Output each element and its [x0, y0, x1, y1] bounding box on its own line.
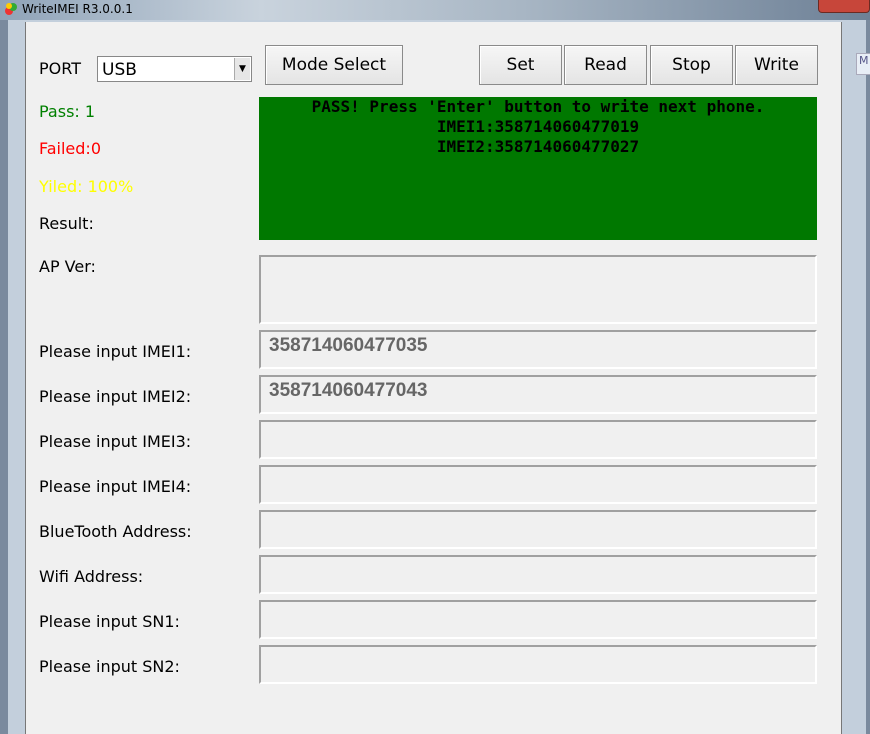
- status-display: PASS! Press 'Enter' button to write next…: [259, 97, 817, 240]
- port-value: USB: [102, 60, 137, 80]
- ap-ver-field[interactable]: [259, 255, 817, 324]
- result-label: Result:: [39, 214, 94, 233]
- chevron-down-icon[interactable]: ▼: [234, 58, 250, 80]
- close-button[interactable]: [818, 0, 870, 13]
- field-label: Please input SN2:: [39, 657, 180, 676]
- field-input[interactable]: [259, 555, 817, 594]
- side-tab[interactable]: M: [856, 53, 870, 75]
- port-select[interactable]: USB ▼: [97, 56, 252, 82]
- field-input[interactable]: [259, 465, 817, 504]
- field-label: Please input IMEI1:: [39, 342, 192, 361]
- field-label: Please input IMEI3:: [39, 432, 192, 451]
- field-label: Please input IMEI2:: [39, 387, 192, 406]
- title-bar: WriteIMEI R3.0.0.1: [0, 0, 870, 20]
- field-input[interactable]: [259, 645, 817, 684]
- status-line: IMEI2:358714060477027: [436, 137, 640, 156]
- field-label: Wifi Address:: [39, 567, 144, 586]
- field-label: Please input IMEI4:: [39, 477, 192, 496]
- app-icon: [5, 3, 17, 15]
- port-label: PORT: [39, 59, 81, 78]
- field-label: BlueTooth Address:: [39, 522, 192, 541]
- mode-select-button[interactable]: Mode Select: [265, 45, 403, 85]
- read-button[interactable]: Read: [564, 45, 647, 85]
- status-line: IMEI1:358714060477019: [436, 117, 640, 136]
- field-input[interactable]: [259, 420, 817, 459]
- field-input[interactable]: [259, 510, 817, 549]
- write-button[interactable]: Write: [735, 45, 818, 85]
- field-input[interactable]: [259, 600, 817, 639]
- field-input[interactable]: 358714060477043: [259, 375, 817, 414]
- field-label: Please input SN1:: [39, 612, 180, 631]
- failed-count: Failed:0: [39, 139, 101, 158]
- field-input[interactable]: 358714060477035: [259, 330, 817, 369]
- set-button[interactable]: Set: [479, 45, 562, 85]
- status-line: PASS! Press 'Enter' button to write next…: [311, 97, 765, 116]
- ap-ver-label: AP Ver:: [39, 257, 96, 276]
- stop-button[interactable]: Stop: [650, 45, 733, 85]
- yield-rate: Yiled: 100%: [39, 177, 134, 196]
- pass-count: Pass: 1: [39, 102, 96, 121]
- window-title: WriteIMEI R3.0.0.1: [22, 2, 133, 16]
